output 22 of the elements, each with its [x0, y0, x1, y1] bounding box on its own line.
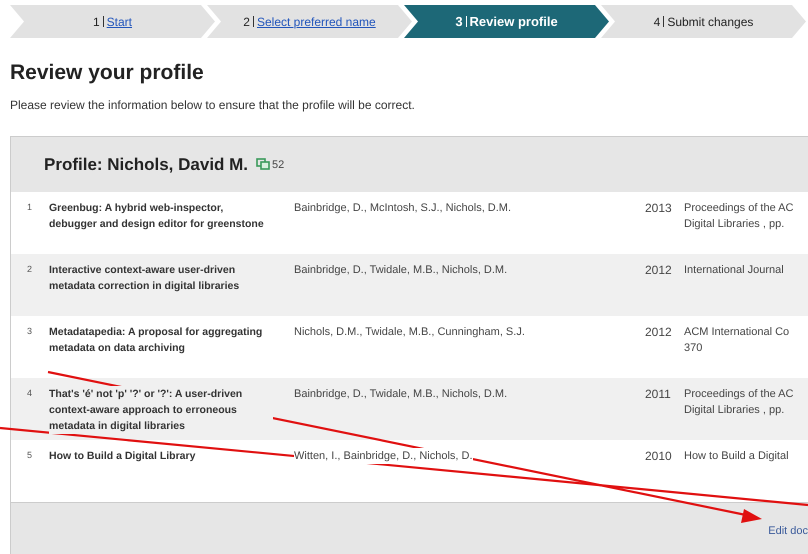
publication-venue: Proceedings of the AC — [684, 200, 794, 216]
publication-authors: Witten, I., Bainbridge, D., Nichols, D. — [294, 448, 473, 464]
profile-title: Profile: Nichols, David M. — [44, 154, 248, 176]
publication-authors: Bainbridge, D., Twidale, M.B., Nichols, D.M. — [294, 386, 508, 402]
copy-icon — [256, 158, 270, 172]
publication-venue: Digital Libraries , pp. — [684, 216, 784, 232]
page-heading: Review your profile — [10, 60, 204, 86]
intro-text: Please review the information below to ensure that the profile will be correct. — [10, 97, 415, 114]
progress-step[interactable]: 2 Select preferred name — [207, 5, 412, 38]
publication-authors: Bainbridge, D., McIntosh, S.J., Nichols, D.M. — [294, 200, 512, 216]
publication-title: That's 'é' not 'p' '?' or '?': A user-driven context-aware approach to erroneous metadata in digital libraries — [49, 386, 273, 434]
progress-step[interactable]: 3 Review profile — [404, 5, 609, 38]
progress-step[interactable]: 1 Start — [10, 5, 215, 38]
publication-venue: How to Build a Digital — [684, 448, 789, 464]
publication-title: How to Build a Digital Library — [49, 448, 196, 464]
progress-step[interactable]: 4 Submit changes — [601, 5, 806, 38]
publication-authors: Bainbridge, D., Twidale, M.B., Nichols, D.M. — [294, 262, 508, 278]
publication-venue: Digital Libraries , pp. — [684, 402, 784, 418]
publication-venue: Proceedings of the AC — [684, 386, 794, 402]
document-count: 52 — [272, 158, 284, 172]
publication-authors: Nichols, D.M., Twidale, M.B., Cunningham, S.J. — [294, 324, 525, 340]
edit-documents-link[interactable]: Edit doc — [768, 523, 808, 540]
